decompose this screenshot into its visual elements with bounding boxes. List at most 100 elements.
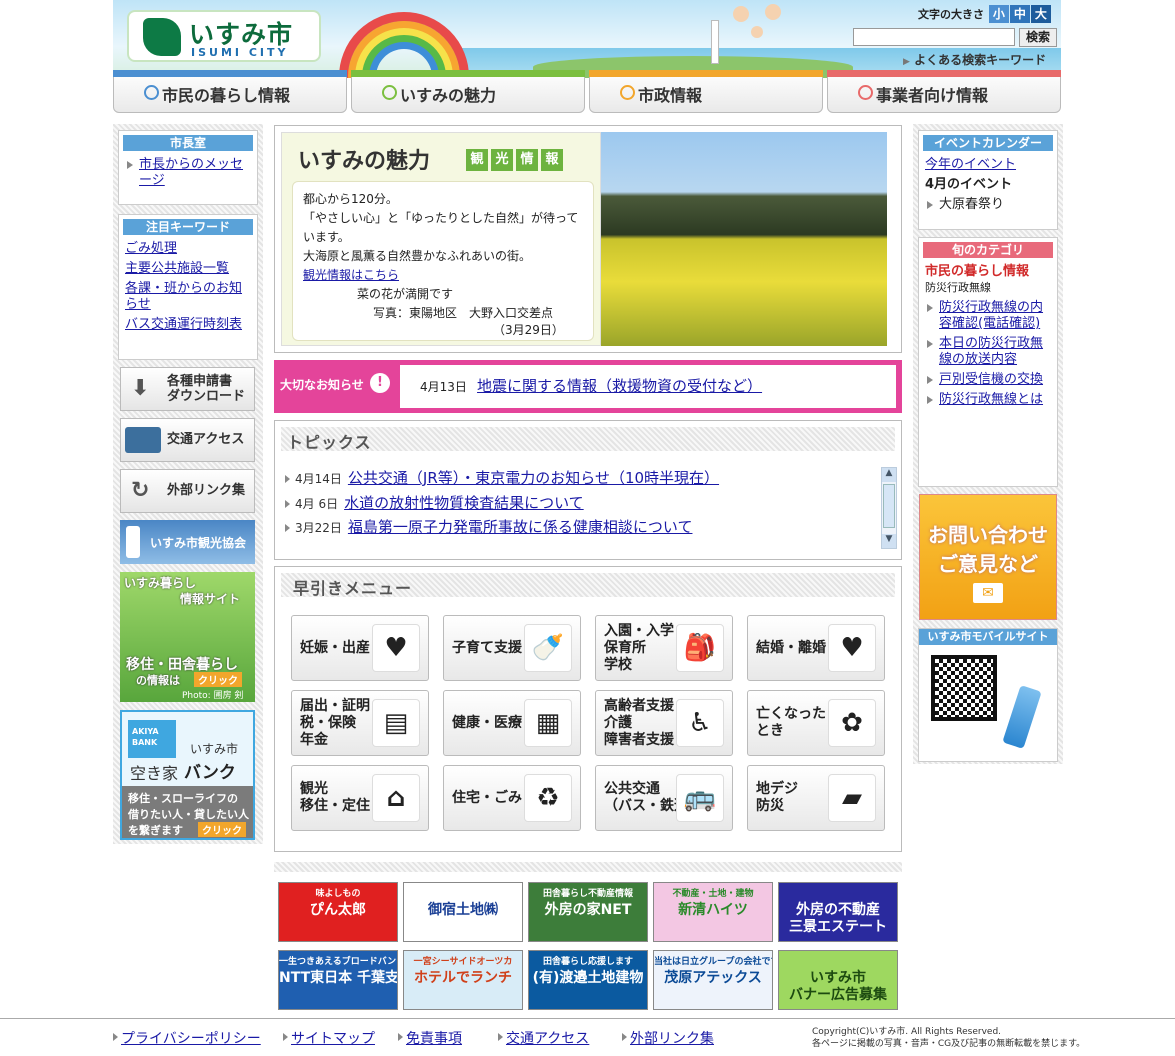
ad-title: ホテルでランチ (414, 970, 512, 986)
access-link[interactable]: 交通アクセス (498, 1028, 589, 1048)
ad-title: ぴん太郎 (310, 902, 366, 918)
external-links-button[interactable]: ↻ 外部リンク集 (120, 469, 255, 513)
month-events-label: 4月のイベント (925, 177, 1013, 192)
rainbow-illustration (339, 12, 469, 78)
category-title: 市民の暮らし情報 (925, 264, 1030, 279)
family-illustration (723, 4, 793, 64)
scroll-down-icon[interactable]: ▼ (882, 534, 896, 548)
life-info-banner[interactable]: いすみ暮らし 情報サイト 移住・田舎暮らし の情報は クリック Photo: 圃… (120, 572, 255, 702)
nav-tab-living[interactable]: 市民の暮らし情報 (113, 70, 347, 113)
tourism-info-link[interactable]: 観光情報はこちら (303, 268, 399, 282)
topic-link[interactable]: 水道の放射性物質検査結果について (344, 494, 584, 512)
sitemap-link[interactable]: サイトマップ (283, 1028, 375, 1048)
quick-menu-label: 入園・入学 保育所 学校 (604, 622, 674, 673)
category-link[interactable]: 防災行政無線とは (925, 392, 1051, 408)
seasonal-category-heading: 旬のカテゴリ (923, 242, 1053, 258)
quick-menu-marriage-button[interactable]: 結婚・離婚 ♥ (747, 615, 885, 681)
event-calendar-heading: イベントカレンダー (923, 135, 1053, 151)
privacy-policy-link[interactable]: プライバシーポリシー (113, 1028, 261, 1048)
tourism-association-banner[interactable]: いすみ市観光協会 (120, 520, 255, 564)
quick-menu-tourism-button[interactable]: 観光 移住・定住 ⌂ (291, 765, 429, 831)
disclaimer-link[interactable]: 免責事項 (398, 1028, 462, 1048)
category-link[interactable]: 防災行政無線の内容確認(電話確認) (925, 300, 1051, 332)
quick-menu-registration-button[interactable]: 届出・証明 税・保険 年金 ▤ (291, 690, 429, 756)
quick-menu-housing-button[interactable]: 住宅・ごみ ♻ (443, 765, 581, 831)
topic-link[interactable]: 福島第一原子力発電所事故に係る健康相談について (348, 518, 693, 536)
category-link[interactable]: 戸別受信機の交換 (925, 372, 1051, 388)
quick-menu-label: 亡くなった とき (756, 706, 826, 739)
ad-banner[interactable]: 田舎暮らし不動産情報 外房の家NET (528, 882, 648, 942)
quick-menu-panel: 早引きメニュー 妊娠・出産 ♥ 子育て支援 🍼 入園・入学 保育所 学校 🎒 結婚・離婚 ♥ 届… (274, 566, 902, 852)
site-logo[interactable]: いすみ市 ISUMI CITY (127, 10, 321, 62)
font-size-medium-button[interactable]: 中 (1009, 5, 1030, 23)
access-button[interactable]: 交通アクセス (120, 418, 255, 462)
keyword-heading: 注目キーワード (123, 219, 253, 235)
quick-menu-health-button[interactable]: 健康・医療 ▦ (443, 690, 581, 756)
mayor-box: 市長室 市長からのメッセージ (118, 130, 258, 205)
ad-banner[interactable]: 田舎暮らし応援します (有)渡邉土地建物 (528, 950, 648, 1010)
elderly-icon: ♿ (676, 699, 724, 747)
transport-icon: 🚌 (676, 774, 724, 822)
scroll-up-icon[interactable]: ▲ (882, 468, 896, 482)
quick-menu-childcare-button[interactable]: 子育て支援 🍼 (443, 615, 581, 681)
font-size-large-button[interactable]: 大 (1030, 5, 1051, 23)
nav-tab-administration[interactable]: 市政情報 (589, 70, 823, 113)
keyword-link[interactable]: 主要公共施設一覧 (125, 261, 251, 277)
ad-banner[interactable]: 一宮シーサイドオーツカ ホテルでランチ (403, 950, 523, 1010)
city-mark-icon (143, 18, 181, 56)
search-button[interactable]: 検索 (1019, 28, 1057, 47)
event-item: 大原春祭り (925, 197, 1051, 213)
akiya-bank-banner[interactable]: AKIYA BANK いすみ市 空き家 バンク 移住・スローライフの 借りたい人・… (120, 710, 255, 840)
nav-tab-charm[interactable]: いすみの魅力 (351, 70, 585, 113)
nav-tab-business[interactable]: 事業者向け情報 (827, 70, 1061, 113)
quick-menu-disaster-button[interactable]: 地デジ 防災 ▰ (747, 765, 885, 831)
quick-menu-elderly-button[interactable]: 高齢者支援 介護 障害者支援 ♿ (595, 690, 733, 756)
ad-banner[interactable]: 外房の不動産 三景エステート (778, 882, 898, 942)
notice-label: 大切なお知らせ (280, 378, 364, 392)
quick-menu-label: 妊娠・出産 (300, 639, 370, 656)
registration-icon: ▤ (372, 699, 420, 747)
quick-menu-pregnancy-button[interactable]: 妊娠・出産 ♥ (291, 615, 429, 681)
rapeseed-flowers-photo (601, 132, 887, 346)
ad-banner[interactable]: 味よしもの ぴん太郎 (278, 882, 398, 942)
ad-title: 茂原アテックス (664, 970, 762, 986)
ad-banner[interactable]: 当社は日立グループの会社です 茂原アテックス (653, 950, 773, 1010)
category-link[interactable]: 本日の防災行政無線の放送内容 (925, 336, 1051, 368)
topics-heading: トピックス (287, 433, 372, 452)
topics-scrollbar[interactable]: ▲ ▼ (881, 467, 897, 549)
exclamation-icon: ! (370, 373, 390, 393)
ad-title: NTT東日本 千葉支店 (279, 970, 398, 986)
mobile-site-heading: いすみ市モバイルサイト (919, 629, 1057, 645)
footer: プライバシーポリシー サイトマップ 免責事項 交通アクセス 外部リンク集 Cop… (0, 1018, 1175, 1056)
keyword-link[interactable]: バス交通運行時刻表 (125, 317, 251, 333)
quick-menu-transport-button[interactable]: 公共交通 （バス・鉄道） 🚌 (595, 765, 733, 831)
ad-banner[interactable]: 一生つきあえるブロードバンド NTT東日本 千葉支店 (278, 950, 398, 1010)
search-input[interactable] (853, 28, 1015, 46)
quick-menu-label: 結婚・離婚 (756, 639, 826, 656)
font-size-switcher: 文字の大きさ 小中大 (918, 5, 1051, 23)
mayor-message-link[interactable]: 市長からのメッセージ (125, 157, 251, 189)
ad-subtext: 一生つきあえるブロードバンド (279, 957, 398, 967)
disaster-icon: ▰ (828, 774, 876, 822)
arrow-circle-icon (858, 85, 873, 100)
font-size-small-button[interactable]: 小 (988, 5, 1009, 23)
download-forms-button[interactable]: ⬇ 各種申請書 ダウンロード (120, 367, 255, 411)
contact-banner[interactable]: お問い合わせ ご意見など ✉ (919, 494, 1057, 620)
keyword-link[interactable]: ごみ処理 (125, 241, 251, 257)
external-links-link[interactable]: 外部リンク集 (622, 1028, 714, 1048)
quick-menu-school-button[interactable]: 入園・入学 保育所 学校 🎒 (595, 615, 733, 681)
ad-banner[interactable]: 不動産・土地・建物 新清ハイツ (653, 882, 773, 942)
earthquake-info-link[interactable]: 地震に関する情報（救援物資の受付など） (477, 377, 762, 395)
mobile-phone-icon (1002, 685, 1042, 749)
keyword-link[interactable]: 各課・班からのお知らせ (125, 281, 251, 313)
ad-banner[interactable]: いすみ市 バナー広告募集 (778, 950, 898, 1010)
topic-link[interactable]: 公共交通（JR等）・東京電力のお知らせ（10時半現在） (348, 469, 719, 487)
quick-menu-bereavement-button[interactable]: 亡くなった とき ✿ (747, 690, 885, 756)
event-calendar-box: イベントカレンダー 今年のイベント 4月のイベント 大原春祭り (918, 130, 1058, 230)
ad-subtext: 田舎暮らし応援します (542, 957, 633, 967)
faq-keywords-link[interactable]: ▶ よくある検索キーワード (903, 51, 1046, 68)
quick-menu-label: 地デジ 防災 (756, 781, 798, 814)
scroll-thumb[interactable] (883, 484, 895, 528)
ad-banner[interactable]: 御宿土地㈱ (403, 882, 523, 942)
year-events-link[interactable]: 今年のイベント (925, 157, 1051, 173)
